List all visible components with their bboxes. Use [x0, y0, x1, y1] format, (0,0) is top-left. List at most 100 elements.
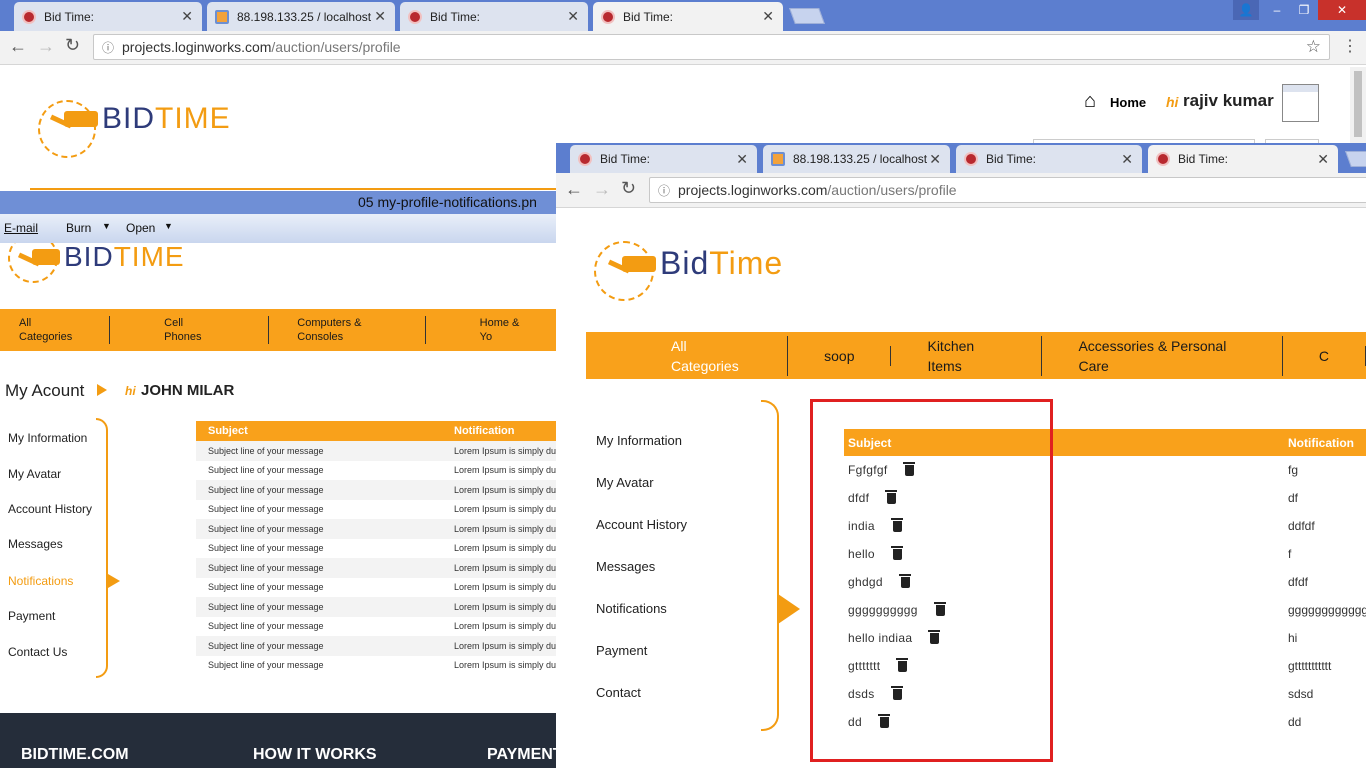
gavel-icon [32, 249, 60, 265]
footer-bidtime[interactable]: BIDTIME.COM [21, 746, 129, 764]
burn-menu[interactable]: Burn [66, 221, 91, 235]
category-cell-phones[interactable]: Cell Phones [110, 316, 270, 344]
site-logo[interactable]: Bid Time [594, 241, 784, 301]
address-bar[interactable]: ⓘ projects.loginworks.com/auction/users/… [93, 34, 1330, 60]
tab-3[interactable]: Bid Time: ✕ [400, 2, 588, 31]
reload-icon[interactable]: ↻ [65, 35, 80, 56]
row-subject: Subject line of your message [208, 582, 324, 593]
reload-icon[interactable]: ↻ [621, 178, 636, 199]
url-host: projects.loginworks.com [678, 182, 828, 198]
mockup-category-bar: All Categories Cell Phones Computers & C… [0, 309, 556, 351]
email-menu[interactable]: E-mail [4, 221, 38, 235]
category-all[interactable]: All Categories [0, 316, 111, 344]
sidebar-item-account-history[interactable]: Account History [596, 517, 687, 532]
close-icon[interactable]: ✕ [929, 151, 941, 168]
account-title: My Acount [5, 381, 85, 400]
row-subject: Subject line of your message [196, 558, 442, 578]
tab-2[interactable]: 88.198.133.25 / localhost ✕ [207, 2, 395, 31]
sidebar-item-messages[interactable]: Messages [8, 537, 63, 551]
category-soop[interactable]: soop [788, 345, 892, 366]
sidebar-bracket [761, 400, 779, 731]
forward-icon[interactable]: → [593, 179, 611, 200]
address-bar[interactable]: ⓘ projects.loginworks.com/auction/users/… [649, 177, 1366, 203]
close-icon[interactable]: ✕ [1317, 151, 1329, 168]
table-row: Subject line of your message Lorem Ipsum … [196, 656, 556, 676]
sidebar-item-contact[interactable]: Contact [596, 685, 641, 700]
row-notification: Lorem Ipsum is simply dur [454, 660, 556, 671]
sidebar-item-notifications[interactable]: Notifications [8, 574, 73, 588]
open-menu[interactable]: Open [126, 221, 155, 235]
sidebar-item-contact-us[interactable]: Contact Us [8, 645, 67, 659]
close-icon[interactable]: ✕ [762, 8, 774, 25]
back-icon[interactable]: ← [9, 36, 27, 57]
category-accessories[interactable]: Accessories & Personal Care [1042, 335, 1283, 376]
gavel-icon [622, 255, 656, 272]
back-icon[interactable]: ← [565, 179, 583, 200]
tab-1[interactable]: Bid Time: ✕ [14, 2, 202, 31]
site-logo[interactable]: BID TIME [38, 100, 231, 158]
logo-bid-text: BID [64, 243, 114, 272]
close-icon[interactable]: ✕ [567, 8, 579, 25]
sidebar-item-my-information[interactable]: My Information [596, 433, 682, 448]
row-notification: Lorem Ipsum is simply dur [454, 543, 556, 554]
close-icon[interactable]: ✕ [374, 8, 386, 25]
menu-icon[interactable]: ⋮ [1342, 36, 1358, 56]
footer-payment[interactable]: PAYMENT [487, 746, 556, 764]
row-subject: Subject line of your message [208, 504, 324, 515]
mockup-user-name: JOHN MILAR [141, 382, 235, 399]
highlight-box [810, 399, 1053, 762]
sidebar-item-notifications[interactable]: Notifications [596, 601, 667, 616]
close-icon[interactable]: ✕ [1121, 151, 1133, 168]
footer-how-it-works[interactable]: HOW IT WORKS [253, 746, 377, 764]
category-all[interactable]: All Categories [586, 335, 789, 376]
category-kitchen-items[interactable]: Kitchen Items [891, 335, 1043, 376]
sidebar-item-payment[interactable]: Payment [8, 609, 55, 623]
bidtime-favicon-icon [601, 9, 615, 24]
user-profile-icon[interactable]: 👤 [1233, 0, 1259, 20]
sidebar-item-my-information[interactable]: My Information [8, 431, 87, 445]
bidtime-favicon-icon [22, 9, 36, 24]
table-row: Subject line of your message Lorem Ipsum … [196, 480, 556, 500]
mockup-hi: hi [125, 384, 136, 398]
home-link[interactable]: Home [1110, 95, 1146, 110]
home-icon[interactable]: ⌂ [1084, 90, 1096, 113]
table-row: Subject line of your message Lorem Ipsum … [196, 636, 556, 656]
gavel-icon [64, 111, 98, 127]
sidebar-item-my-avatar[interactable]: My Avatar [596, 475, 654, 490]
table-row: Subject line of your message Lorem Ipsum … [196, 519, 556, 539]
restore-icon[interactable]: ❐ [1291, 0, 1317, 20]
logo-time-text: TIME [113, 243, 185, 272]
bidtime-favicon-icon [578, 152, 592, 166]
close-icon[interactable]: ✕ [181, 8, 193, 25]
mockup-notifications-table: Subject Notification Subject line of you… [196, 421, 556, 675]
new-tab-button[interactable] [789, 8, 825, 24]
sidebar-item-messages[interactable]: Messages [596, 559, 655, 574]
row-subject: Subject line of your message [208, 621, 324, 632]
tab-1[interactable]: Bid Time: ✕ [570, 145, 757, 173]
category-more[interactable]: C [1283, 345, 1366, 366]
bidtime-favicon-icon [1156, 152, 1170, 166]
sidebar-item-payment[interactable]: Payment [596, 643, 647, 658]
viewer-divider-line [30, 188, 556, 190]
tab-3[interactable]: Bid Time: ✕ [956, 145, 1142, 173]
row-subject: Subject line of your message [196, 480, 442, 500]
sidebar-item-my-avatar[interactable]: My Avatar [8, 467, 61, 481]
tab-label: Bid Time: [1178, 152, 1229, 166]
active-arrow-icon [778, 594, 800, 624]
minimize-icon[interactable]: – [1264, 0, 1290, 20]
sidebar-item-account-history[interactable]: Account History [8, 502, 92, 516]
close-window-icon[interactable]: ✕ [1318, 0, 1366, 20]
tab-label: Bid Time: [600, 152, 651, 166]
logo-time-text: Time [709, 245, 784, 281]
forward-icon[interactable]: → [37, 36, 55, 57]
category-computers[interactable]: Computers & Consoles [269, 316, 426, 344]
page-scrollbar[interactable] [1350, 67, 1366, 143]
category-home[interactable]: Home & Yo [426, 316, 556, 344]
tab-4-active[interactable]: Bid Time: ✕ [593, 2, 783, 31]
tab-4-active[interactable]: Bid Time: ✕ [1148, 145, 1338, 173]
thumbnail-preview [1282, 84, 1319, 122]
close-icon[interactable]: ✕ [736, 151, 748, 168]
bookmark-star-icon[interactable]: ☆ [1306, 37, 1321, 57]
logo-time-text: TIME [155, 102, 231, 135]
tab-2[interactable]: 88.198.133.25 / localhost ✕ [763, 145, 950, 173]
